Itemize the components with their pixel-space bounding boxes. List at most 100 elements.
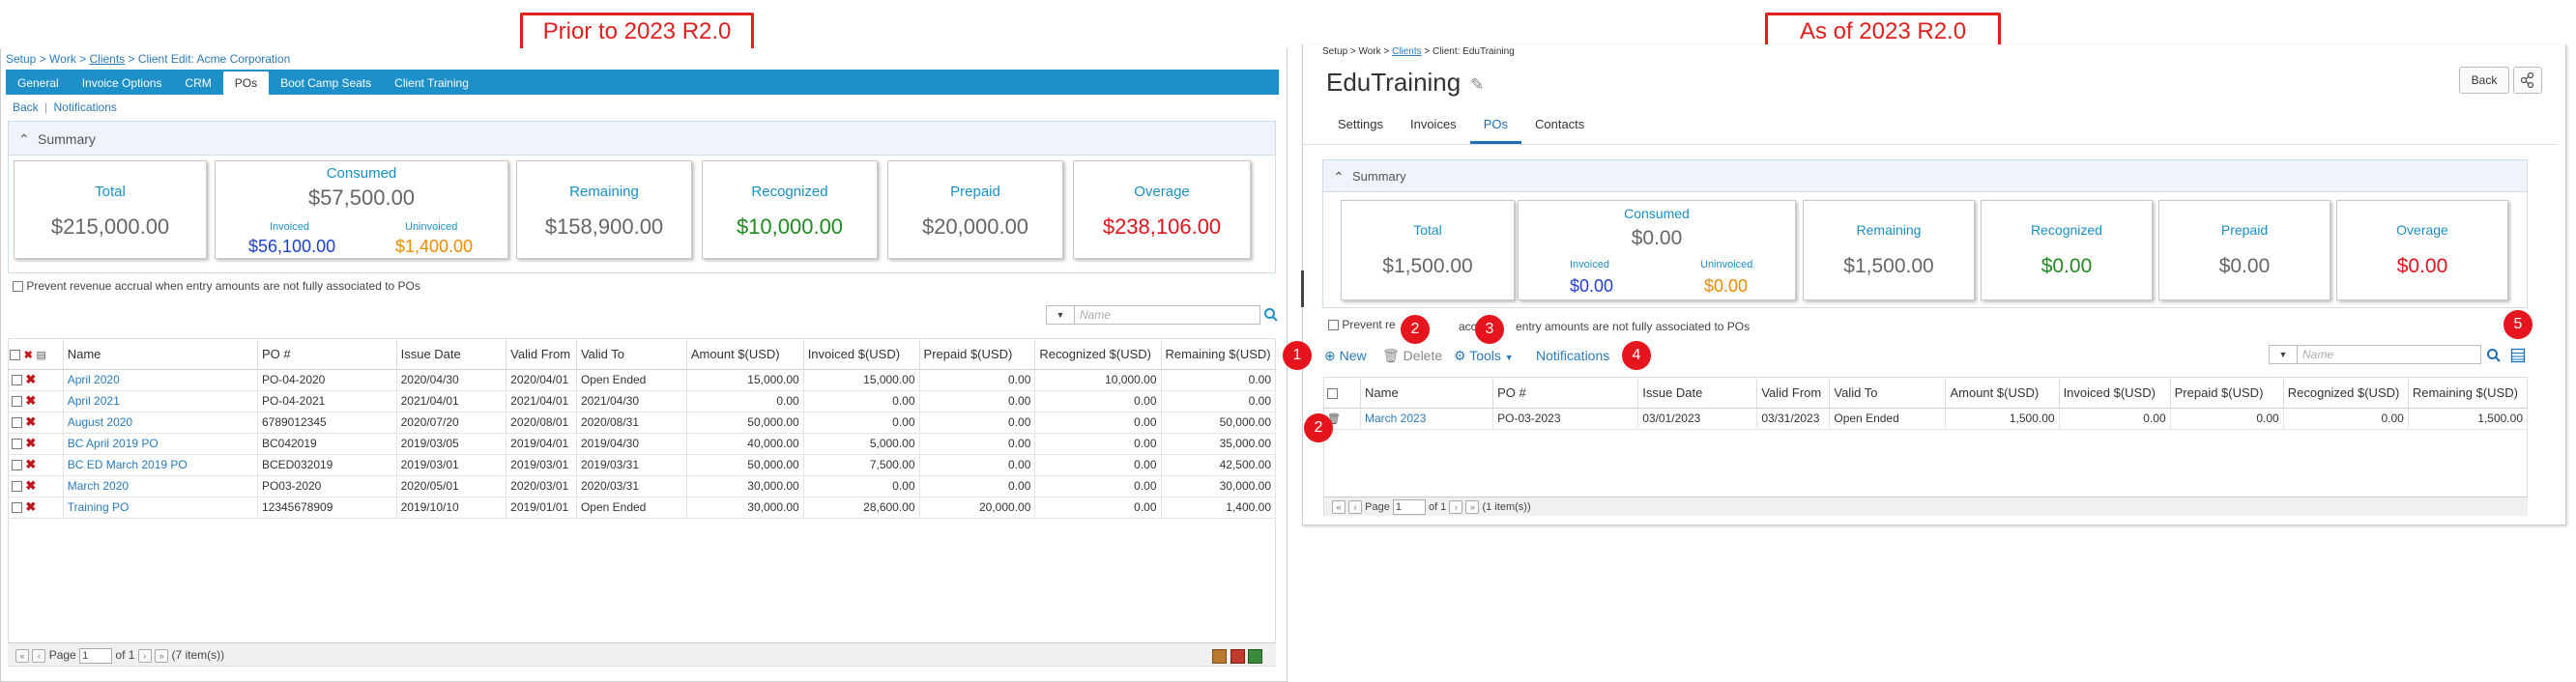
- table-cell: 0.00: [803, 475, 920, 497]
- tab-pos[interactable]: POs: [1469, 110, 1521, 144]
- page-input[interactable]: 1: [1392, 499, 1426, 516]
- row-checkbox[interactable]: [12, 439, 22, 450]
- col-recognized[interactable]: Recognized $(USD): [2283, 379, 2409, 408]
- delete-row-icon[interactable]: ✖: [25, 436, 36, 450]
- export-pdf-icon[interactable]: [1230, 649, 1245, 664]
- export-csv-icon[interactable]: [1248, 649, 1262, 664]
- old-summary-header[interactable]: ⌃ Summary: [8, 121, 1276, 156]
- row-checkbox[interactable]: [12, 396, 22, 408]
- prev-page-button[interactable]: ‹: [1348, 500, 1363, 515]
- new-summary-header[interactable]: ⌃ Summary: [1322, 159, 2528, 192]
- col-valid-to[interactable]: Valid To: [1829, 379, 1947, 408]
- select-all-checkbox[interactable]: [1327, 388, 1338, 400]
- tab-contacts[interactable]: Contacts: [1521, 110, 1598, 141]
- col-valid-to[interactable]: Valid To: [576, 340, 687, 369]
- table-row[interactable]: ✖ August 2020 6789012345 2020/07/20 2020/08/…: [8, 412, 1276, 434]
- last-page-button[interactable]: »: [155, 648, 169, 663]
- select-all-checkbox[interactable]: [10, 350, 20, 361]
- tools-button[interactable]: ⚙ Tools ▼: [1454, 348, 1514, 364]
- delete-row-icon[interactable]: ✖: [25, 499, 36, 514]
- delete-button[interactable]: 🗑 Delete: [1382, 348, 1442, 364]
- table-row[interactable]: ✖ March 2020 PO03-2020 2020/05/01 2020/03/01…: [8, 475, 1276, 497]
- col-name[interactable]: Name: [63, 340, 258, 369]
- table-cell: 0.00: [2283, 408, 2409, 430]
- table-row[interactable]: ✖ Training PO 12345678909 2019/10/10 2019/01…: [8, 497, 1276, 519]
- col-invoiced[interactable]: Invoiced $(USD): [2059, 379, 2171, 408]
- delete-row-icon[interactable]: ✖: [25, 372, 36, 386]
- po-name-link[interactable]: April 2021: [63, 390, 258, 412]
- tab-invoices[interactable]: Invoices: [1397, 110, 1470, 141]
- first-page-button[interactable]: «: [1332, 500, 1346, 515]
- delete-row-icon[interactable]: ✖: [25, 414, 36, 429]
- search-filter-dropdown[interactable]: ▼: [1047, 306, 1075, 324]
- column-options-icon[interactable]: [2510, 348, 2526, 363]
- col-issue-date[interactable]: Issue Date: [1637, 379, 1758, 408]
- col-issue-date[interactable]: Issue Date: [396, 340, 507, 369]
- page-input[interactable]: 1: [79, 647, 113, 664]
- col-prepaid[interactable]: Prepaid $(USD): [2170, 379, 2284, 408]
- col-remaining[interactable]: Remaining $(USD): [2408, 379, 2529, 408]
- table-row[interactable]: ✖ BC ED March 2019 PO BCED032019 2019/03/01…: [8, 454, 1276, 476]
- breadcrumb-clients-link[interactable]: Clients: [1392, 46, 1422, 57]
- last-page-button[interactable]: »: [1465, 500, 1480, 515]
- notifications-link[interactable]: Notifications: [54, 100, 117, 114]
- tab-invoice-options[interactable]: Invoice Options: [71, 71, 174, 95]
- col-invoiced[interactable]: Invoiced $(USD): [803, 340, 920, 369]
- table-row[interactable]: ✖ April 2021 PO-04-2021 2021/04/01 2021/04/0…: [8, 390, 1276, 412]
- search-icon[interactable]: [1263, 307, 1279, 323]
- table-cell: 2019/03/05: [396, 433, 507, 455]
- tab-crm[interactable]: CRM: [173, 71, 222, 95]
- share-button[interactable]: [2513, 67, 2542, 94]
- col-valid-from[interactable]: Valid From: [1756, 379, 1831, 408]
- row-checkbox[interactable]: [12, 460, 22, 471]
- table-row[interactable]: ✖ BC April 2019 PO BC042019 2019/03/05 2019/…: [8, 433, 1276, 455]
- po-name-link[interactable]: March 2023: [1360, 408, 1494, 430]
- old-search-box[interactable]: ▼ Name: [1046, 305, 1260, 325]
- search-icon[interactable]: [2486, 348, 2502, 363]
- table-row[interactable]: ✖ April 2020 PO-04-2020 2020/04/30 2020/04/0…: [8, 369, 1276, 391]
- table-row[interactable]: 🗑 March 2023 PO-03-2023 03/01/2023 03/31/202…: [1323, 408, 2529, 430]
- breadcrumb-clients-link[interactable]: Clients: [90, 52, 126, 66]
- col-amount[interactable]: Amount $(USD): [1945, 379, 2060, 408]
- tab-pos[interactable]: POs: [222, 71, 270, 95]
- search-filter-dropdown[interactable]: ▼: [2270, 346, 2298, 363]
- row-checkbox[interactable]: [12, 375, 22, 386]
- delete-row-icon[interactable]: ✖: [25, 478, 36, 493]
- edit-pencil-icon[interactable]: ✎: [1470, 75, 1484, 95]
- po-name-link[interactable]: BC ED March 2019 PO: [63, 454, 258, 476]
- row-checkbox[interactable]: [12, 417, 22, 429]
- next-page-button[interactable]: ›: [137, 648, 152, 663]
- prev-page-button[interactable]: ‹: [32, 648, 46, 663]
- col-po-number[interactable]: PO #: [257, 340, 397, 369]
- po-name-link[interactable]: March 2020: [63, 475, 258, 497]
- first-page-button[interactable]: «: [15, 648, 29, 663]
- back-button[interactable]: Back: [2459, 67, 2509, 94]
- col-prepaid[interactable]: Prepaid $(USD): [919, 340, 1036, 369]
- prevent-accrual-checkbox[interactable]: [1328, 320, 1339, 331]
- col-po-number[interactable]: PO #: [1492, 379, 1639, 408]
- row-checkbox[interactable]: [12, 481, 22, 493]
- row-checkbox[interactable]: [12, 502, 22, 514]
- next-page-button[interactable]: ›: [1449, 500, 1463, 515]
- new-search-box[interactable]: ▼ Name: [2269, 345, 2481, 364]
- export-excel-icon[interactable]: [1212, 649, 1228, 664]
- col-valid-from[interactable]: Valid From: [506, 340, 577, 369]
- delete-row-icon[interactable]: ✖: [25, 457, 36, 471]
- back-link[interactable]: Back: [13, 100, 39, 114]
- prevent-accrual-checkbox[interactable]: [13, 281, 23, 293]
- col-recognized[interactable]: Recognized $(USD): [1034, 340, 1162, 369]
- delete-row-icon[interactable]: ✖: [25, 393, 36, 408]
- po-name-link[interactable]: Training PO: [63, 497, 258, 519]
- notifications-button[interactable]: Notifications: [1536, 348, 1609, 363]
- tab-client-training[interactable]: Client Training: [383, 71, 480, 95]
- tab-boot-camp-seats[interactable]: Boot Camp Seats: [269, 71, 383, 95]
- po-name-link[interactable]: BC April 2019 PO: [63, 433, 258, 455]
- new-button[interactable]: ⊕ New: [1324, 348, 1367, 364]
- col-name[interactable]: Name: [1360, 379, 1494, 408]
- po-name-link[interactable]: April 2020: [63, 369, 258, 391]
- tab-general[interactable]: General: [6, 71, 71, 95]
- col-amount[interactable]: Amount $(USD): [686, 340, 804, 369]
- col-remaining[interactable]: Remaining $(USD): [1161, 340, 1276, 369]
- tab-settings[interactable]: Settings: [1324, 110, 1397, 141]
- po-name-link[interactable]: August 2020: [63, 412, 258, 434]
